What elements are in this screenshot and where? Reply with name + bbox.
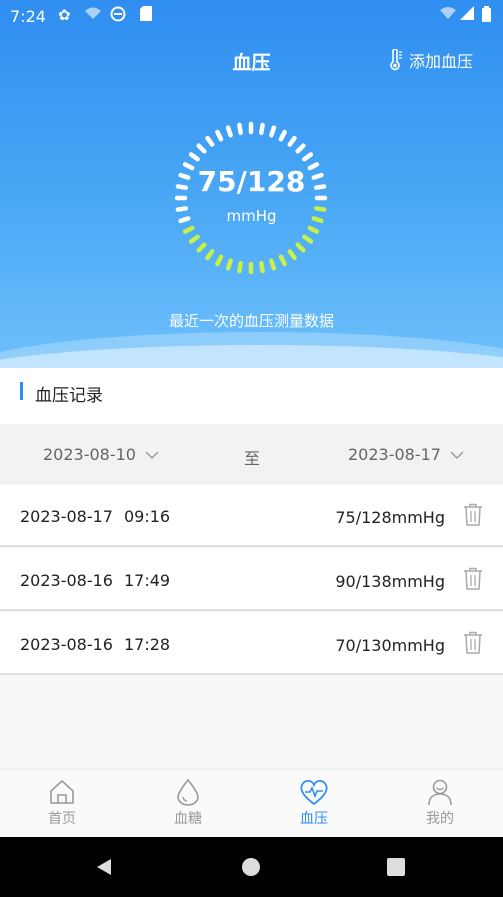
dial-tick bbox=[215, 129, 224, 142]
dial-tick-progress bbox=[205, 249, 215, 261]
dial-tick-progress bbox=[278, 254, 287, 267]
thermometer-icon bbox=[390, 49, 402, 71]
tab-profile-label: 我的 bbox=[426, 811, 454, 827]
wifi-signal-icon bbox=[440, 6, 456, 24]
dial-tick-progress bbox=[269, 258, 277, 271]
drop-icon bbox=[177, 778, 199, 806]
tab-profile[interactable]: 我的 bbox=[400, 778, 480, 828]
record-date: 2023-08-17 bbox=[20, 507, 113, 526]
dial-tick bbox=[237, 122, 243, 136]
dial-tick bbox=[196, 143, 207, 154]
dial-tick bbox=[225, 125, 233, 138]
dial-tick-progress bbox=[182, 225, 195, 234]
delete-trash-icon[interactable] bbox=[463, 503, 483, 527]
dial-tick bbox=[269, 125, 277, 138]
records-section-header: 血压记录 bbox=[0, 368, 503, 422]
dial-tick-progress bbox=[188, 234, 200, 244]
add-blood-pressure-button[interactable]: 添加血压 bbox=[389, 48, 473, 72]
dial-tick-progress bbox=[215, 254, 224, 267]
back-icon[interactable] bbox=[94, 857, 114, 877]
start-date-value: 2023-08-10 bbox=[43, 445, 136, 464]
person-icon bbox=[428, 779, 452, 806]
settings-icon: ✿ bbox=[58, 6, 71, 24]
latest-reading-unit: mmHg bbox=[226, 207, 277, 225]
date-range-separator: 至 bbox=[244, 449, 261, 468]
record-time: 17:28 bbox=[124, 635, 171, 654]
status-bar: 7:24 ✿ bbox=[0, 0, 503, 32]
tab-blood-sugar[interactable]: 血糖 bbox=[148, 778, 228, 828]
end-date-picker[interactable]: 2023-08-17 bbox=[348, 445, 464, 464]
dial-tick-progress bbox=[307, 225, 320, 234]
tab-home[interactable]: 首页 bbox=[22, 778, 102, 828]
record-time: 09:16 bbox=[124, 507, 171, 526]
battery-icon bbox=[482, 6, 491, 26]
record-date: 2023-08-16 bbox=[20, 571, 113, 590]
end-date-value: 2023-08-17 bbox=[348, 445, 441, 464]
dial-tick bbox=[205, 135, 215, 147]
bottom-tab-bar: 首页 血糖 血压 我的 bbox=[0, 769, 503, 837]
start-date-picker[interactable]: 2023-08-10 bbox=[43, 445, 159, 464]
dial-tick-progress bbox=[295, 242, 306, 253]
vpn-icon bbox=[110, 6, 126, 26]
dial-tick-progress bbox=[287, 249, 297, 261]
latest-reading-caption: 最近一次的血压测量数据 bbox=[168, 312, 334, 330]
dial-tick bbox=[188, 152, 200, 162]
dial-tick-progress bbox=[237, 260, 243, 274]
home-circle-icon[interactable] bbox=[241, 857, 261, 877]
dial-tick-progress bbox=[196, 242, 207, 253]
dial-tick-progress bbox=[302, 234, 314, 244]
section-accent-bar bbox=[20, 382, 23, 400]
chevron-down-icon bbox=[145, 451, 159, 459]
delete-trash-icon[interactable] bbox=[463, 567, 483, 591]
heart-pulse-icon bbox=[300, 779, 328, 806]
tab-blood-pressure[interactable]: 血压 bbox=[274, 778, 354, 828]
pressure-dial-ring bbox=[174, 121, 328, 275]
record-value: 75/128mmHg bbox=[335, 508, 445, 527]
recents-square-icon[interactable] bbox=[387, 858, 405, 876]
delete-trash-icon[interactable] bbox=[463, 631, 483, 655]
tab-blood-pressure-label: 血压 bbox=[300, 811, 328, 827]
tab-home-label: 首页 bbox=[48, 811, 76, 827]
latest-reading-value: 75/128 bbox=[197, 165, 306, 198]
dial-tick bbox=[259, 122, 265, 136]
dial-tick bbox=[302, 152, 314, 162]
tab-blood-sugar-label: 血糖 bbox=[174, 811, 202, 827]
date-range-filter: 2023-08-10 至 2023-08-17 bbox=[0, 424, 503, 484]
sd-card-icon bbox=[140, 6, 152, 25]
dial-tick bbox=[287, 135, 297, 147]
chevron-down-icon bbox=[450, 451, 464, 459]
add-blood-pressure-label: 添加血压 bbox=[408, 52, 473, 71]
dial-tick bbox=[295, 143, 306, 154]
wifi-icon bbox=[84, 6, 102, 24]
record-value: 70/130mmHg bbox=[335, 636, 445, 655]
dial-tick-progress bbox=[259, 260, 265, 274]
record-row: 2023-08-16 17:49 90/138mmHg bbox=[0, 549, 503, 611]
records-section-title: 血压记录 bbox=[35, 386, 103, 406]
record-value: 90/138mmHg bbox=[335, 572, 445, 591]
record-date: 2023-08-16 bbox=[20, 635, 113, 654]
record-time: 17:49 bbox=[124, 571, 171, 590]
dial-tick-progress bbox=[225, 258, 233, 271]
status-time: 7:24 bbox=[10, 7, 46, 26]
system-navigation-bar bbox=[0, 837, 503, 897]
cell-signal-icon bbox=[460, 6, 474, 24]
home-icon bbox=[50, 780, 74, 804]
record-row: 2023-08-16 17:28 70/130mmHg bbox=[0, 613, 503, 675]
record-row: 2023-08-17 09:16 75/128mmHg bbox=[0, 485, 503, 547]
dial-tick bbox=[278, 129, 287, 142]
